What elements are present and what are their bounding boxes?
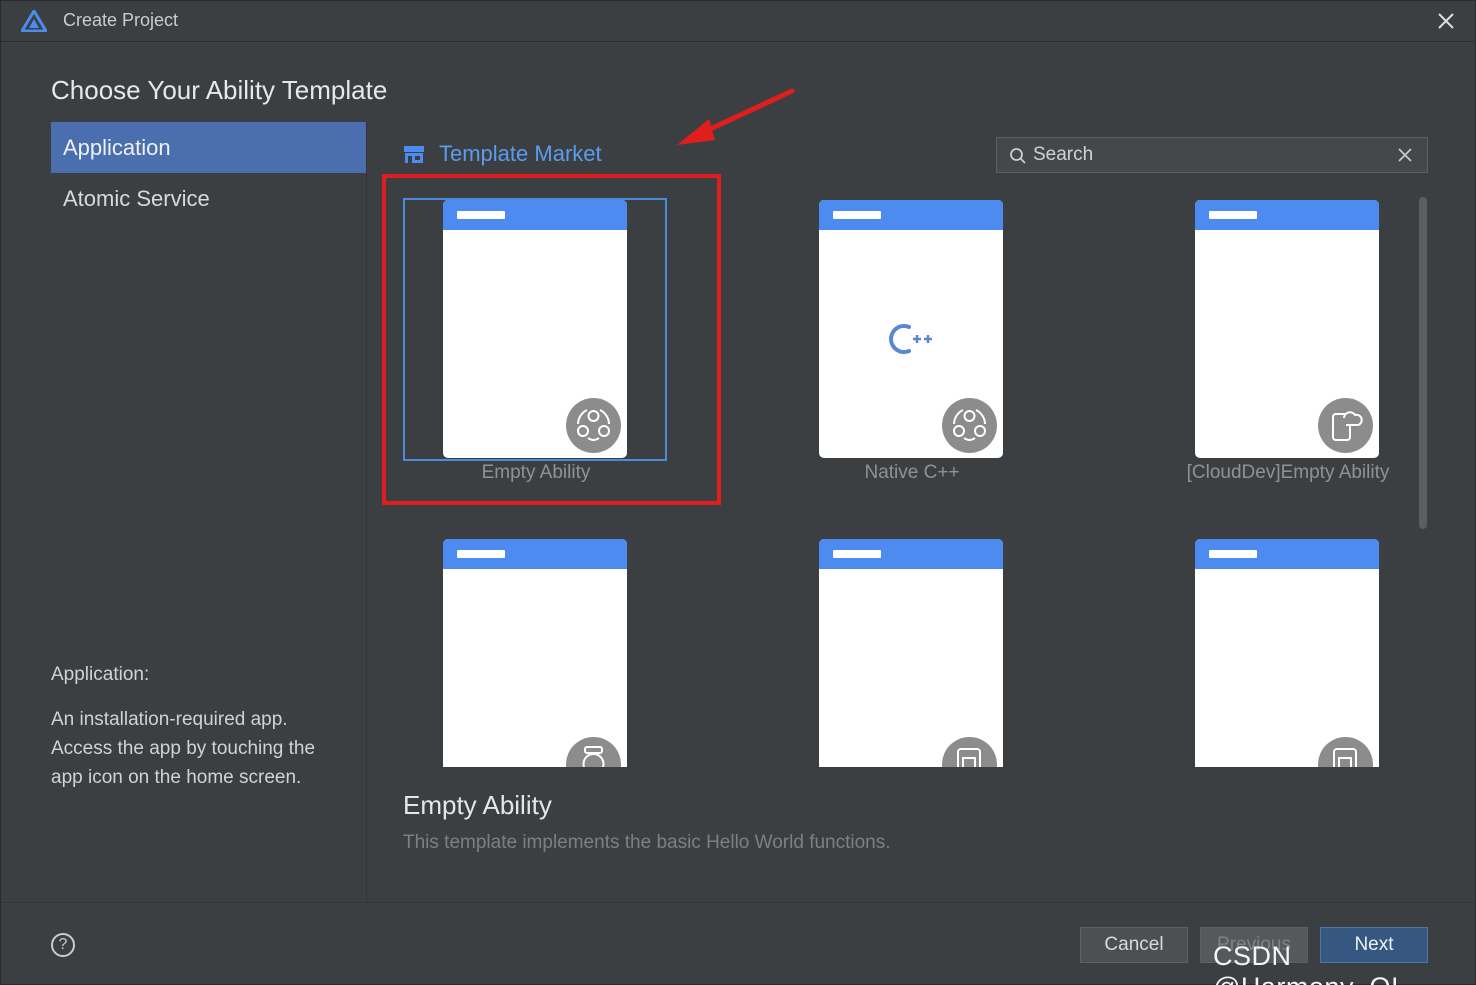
preview-header-bar [833, 550, 881, 558]
template-card-5[interactable] [757, 528, 1057, 767]
card-widget-icon [942, 737, 997, 767]
template-card-native-cpp[interactable]: Native C++ [757, 189, 1057, 509]
category-description-body: An installation-required app. Access the… [51, 709, 316, 788]
template-label: [CloudDev]Empty Ability [1186, 462, 1390, 483]
cloud-phone-icon [1318, 398, 1373, 453]
annotation-arrow-icon [677, 88, 795, 145]
preview-header [819, 200, 1003, 230]
ability-icon [566, 398, 621, 453]
preview-header [819, 539, 1003, 569]
preview-header-bar [1209, 211, 1257, 219]
close-icon[interactable] [1433, 8, 1459, 34]
deveco-logo-icon [21, 10, 47, 32]
footer-divider [1, 902, 1475, 903]
template-card-4[interactable] [381, 528, 681, 767]
preview-header-bar [833, 211, 881, 219]
window-title: Create Project [63, 10, 179, 30]
preview-header-bar [1209, 550, 1257, 558]
template-card-clouddev-empty-ability[interactable]: [CloudDev]Empty Ability [1133, 189, 1411, 509]
cancel-button[interactable]: Cancel [1080, 927, 1188, 963]
search-icon [1010, 148, 1026, 164]
watch-icon [566, 737, 621, 767]
ability-icon [942, 398, 997, 453]
template-label: Empty Ability [481, 462, 591, 483]
preview-header-bar [457, 550, 505, 558]
template-category-nav: Application Atomic Service [51, 122, 366, 224]
previous-button[interactable]: Previous [1200, 927, 1308, 963]
template-preview [1195, 200, 1379, 458]
search-box [996, 137, 1428, 173]
template-card-empty-ability[interactable]: Empty Ability [381, 189, 681, 509]
preview-header [443, 200, 627, 230]
clear-search-icon[interactable] [1395, 144, 1415, 166]
template-market-link[interactable]: Template Market [403, 141, 602, 167]
preview-header [1195, 539, 1379, 569]
page-heading: Choose Your Ability Template [51, 75, 388, 105]
selected-template-title: Empty Ability [403, 790, 552, 820]
next-button[interactable]: Next [1320, 927, 1428, 963]
template-preview [819, 539, 1003, 767]
template-preview [1195, 539, 1379, 767]
card-widget-icon [1318, 737, 1373, 767]
template-preview [443, 200, 627, 458]
cpp-icon [889, 324, 932, 354]
template-card-6[interactable] [1133, 528, 1411, 767]
store-icon [404, 146, 424, 163]
search-input[interactable] [1033, 141, 1383, 169]
category-description-title: Application: [51, 664, 150, 685]
title-bar: Create Project [1, 1, 1475, 42]
sidebar-divider [366, 122, 367, 902]
template-grid: Empty Ability Native C++ [CloudDev]Empty… [381, 189, 1411, 767]
create-project-dialog: Create Project Choose Your Ability Templ… [0, 0, 1476, 985]
template-label: Native C++ [864, 462, 960, 483]
template-grid-scrollbar[interactable] [1419, 197, 1427, 529]
nav-item-application[interactable]: Application [51, 122, 366, 173]
template-preview [443, 539, 627, 767]
template-preview [819, 200, 1003, 458]
selected-template-description: This template implements the basic Hello… [403, 832, 891, 853]
help-icon[interactable]: ? [51, 933, 75, 957]
nav-item-atomic-service[interactable]: Atomic Service [51, 173, 366, 224]
preview-header [1195, 200, 1379, 230]
template-market-label: Template Market [439, 141, 602, 166]
preview-header-bar [457, 211, 505, 219]
preview-header [443, 539, 627, 569]
